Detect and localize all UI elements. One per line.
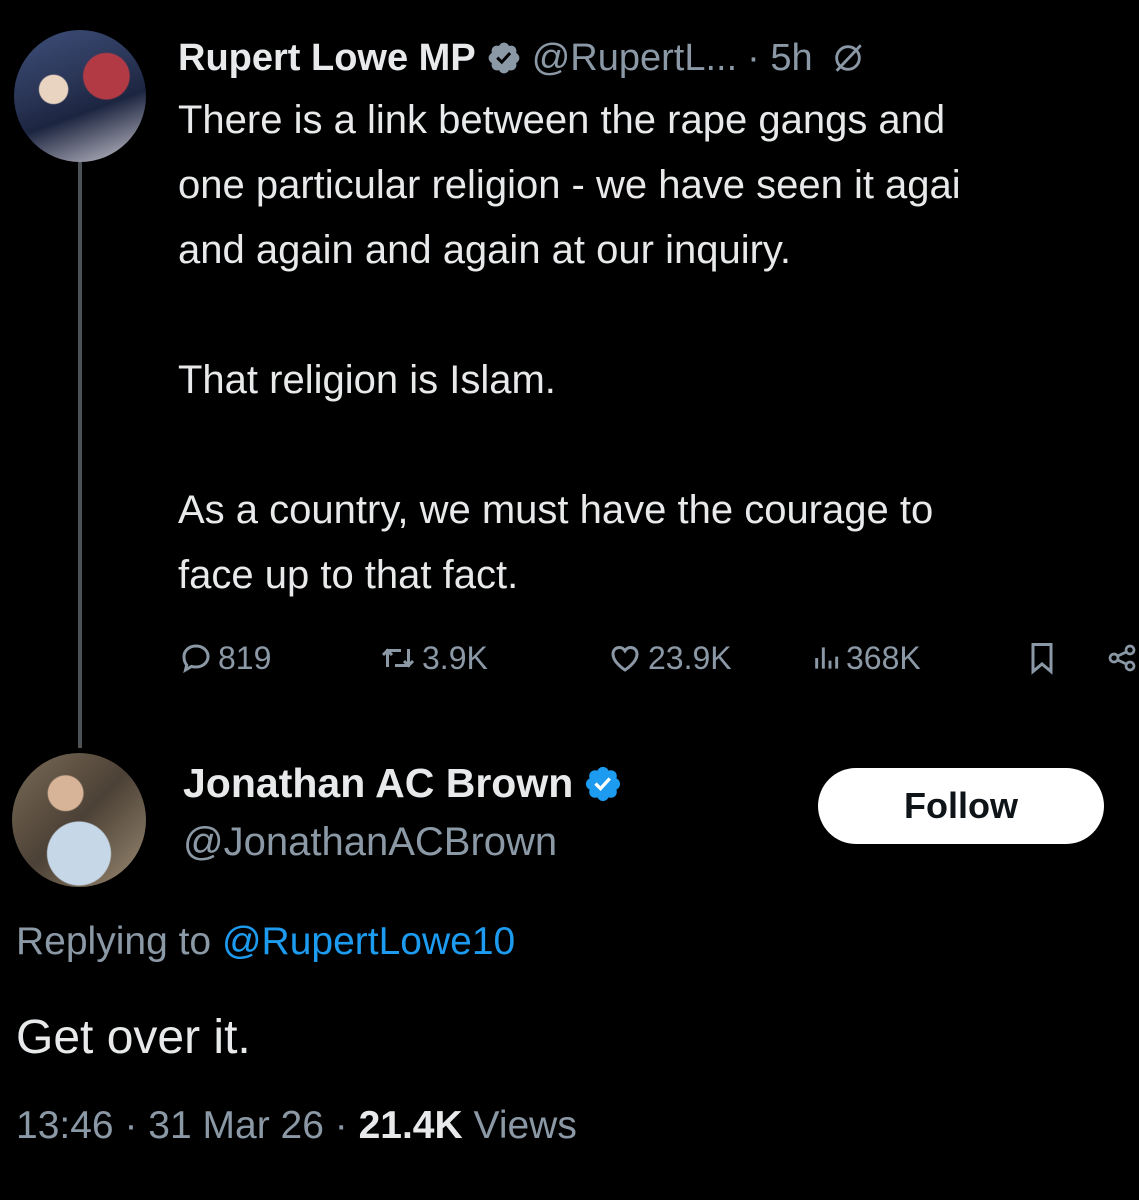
mention-link[interactable]: @RupertLowe10 <box>222 920 515 963</box>
separator: · <box>124 1104 138 1147</box>
reply-author: Jonathan AC Brown <box>183 760 623 807</box>
repost-button[interactable]: 3.9K <box>378 632 488 684</box>
replying-to: Replying to @RupertLowe10 <box>16 920 515 964</box>
reply-text: Get over it. <box>16 1011 251 1064</box>
thread-connector-line <box>78 158 82 748</box>
views-count: 368K <box>846 639 921 676</box>
views-button[interactable]: 368K <box>810 632 921 684</box>
tweet-text-line: There is a link between the rape gangs a… <box>178 98 946 142</box>
verified-badge-icon <box>586 766 621 801</box>
tweet-text-line: face up to that fact. <box>178 553 519 597</box>
tweet-header: Rupert Lowe MP @RupertL... · 5h <box>178 30 865 86</box>
tweet-text-line: As a country, we must have the courage t… <box>178 488 934 532</box>
reply-count: 819 <box>218 639 272 676</box>
reply-button[interactable]: 819 <box>178 632 271 684</box>
tweet-text-line: That religion is Islam. <box>178 358 556 402</box>
replying-prefix: Replying to <box>16 920 212 963</box>
repost-count: 3.9K <box>422 639 488 676</box>
tweet-text-line: one particular religion - we have seen i… <box>178 163 961 207</box>
verified-badge-icon <box>488 42 520 74</box>
tweet-date[interactable]: 31 Mar 26 <box>148 1104 324 1147</box>
author-name[interactable]: Jonathan AC Brown <box>183 760 573 807</box>
tweet-meta: 13:46 · 31 Mar 26 · 21.4K Views <box>16 1104 577 1148</box>
tweet-text-line <box>178 413 1139 478</box>
like-button[interactable]: 23.9K <box>606 632 732 684</box>
tweet-text-line: and again and again at our inquiry. <box>178 228 792 272</box>
views-icon <box>815 647 839 669</box>
separator: · <box>334 1104 348 1147</box>
like-icon <box>611 645 639 672</box>
follow-button[interactable]: Follow <box>818 768 1104 844</box>
tweet-time[interactable]: · 5h <box>747 37 812 80</box>
like-count: 23.9K <box>648 639 732 676</box>
share-icon <box>1108 644 1136 672</box>
views-label: Views <box>473 1104 577 1147</box>
repost-icon <box>381 648 415 668</box>
tweet-text: There is a link between the rape gangs a… <box>178 88 1139 608</box>
author-handle[interactable]: @RupertL... <box>532 37 737 80</box>
author-name[interactable]: Rupert Lowe MP <box>178 37 476 80</box>
author-handle[interactable]: @JonathanACBrown <box>183 820 557 865</box>
avatar[interactable] <box>12 753 146 887</box>
views-count: 21.4K <box>358 1104 463 1147</box>
reply-icon <box>182 644 210 674</box>
tweet-text-line <box>178 283 1139 348</box>
tweet-actions: 819 3.9K 23.9K 368K <box>178 632 1139 684</box>
share-button[interactable] <box>1106 632 1138 684</box>
bookmark-icon <box>1031 643 1053 675</box>
grok-icon[interactable] <box>831 41 865 75</box>
bookmark-button[interactable] <box>1024 632 1060 684</box>
avatar[interactable] <box>14 30 146 162</box>
tweet-time[interactable]: 13:46 <box>16 1104 114 1147</box>
